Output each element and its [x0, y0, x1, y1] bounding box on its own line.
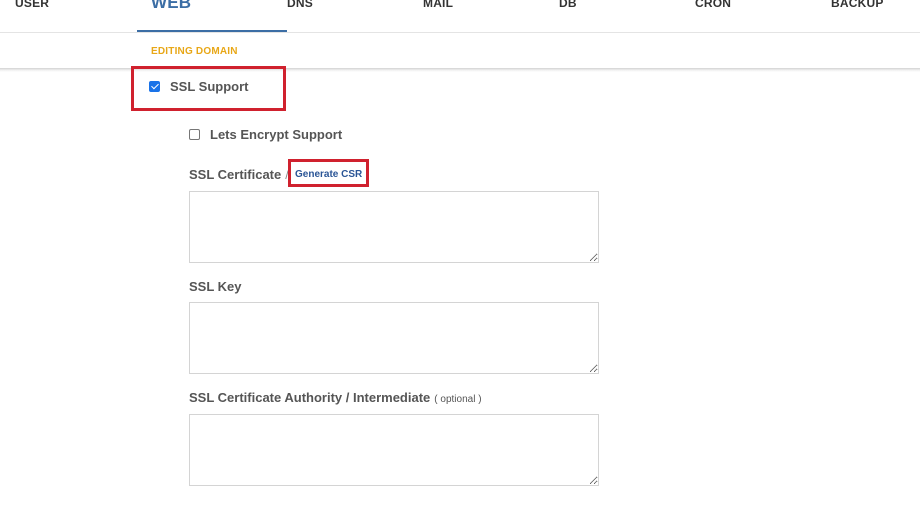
tab-mail[interactable]: MAIL — [423, 0, 453, 12]
ssl-support-label: SSL Support — [170, 79, 249, 94]
tab-db[interactable]: DB — [559, 0, 577, 12]
top-navigation: USER WEB DNS MAIL DB CRON BACKUP — [0, 0, 920, 33]
ssl-certificate-label: SSL Certificate — [189, 167, 282, 182]
ssl-ca-label: SSL Certificate Authority / Intermediate — [189, 390, 431, 405]
lets-encrypt-checkbox[interactable] — [189, 129, 200, 140]
lets-encrypt-row[interactable]: Lets Encrypt Support — [189, 127, 342, 142]
ssl-key-textarea[interactable] — [189, 302, 599, 374]
ssl-ca-label-row: SSL Certificate Authority / Intermediate… — [189, 390, 482, 405]
tab-cron[interactable]: CRON — [695, 0, 731, 12]
ssl-ca-textarea[interactable] — [189, 414, 599, 486]
ssl-certificate-textarea[interactable] — [189, 191, 599, 263]
ssl-certificate-label-row: SSL Certificate / — [189, 167, 293, 182]
generate-csr-link[interactable]: Generate CSR — [295, 169, 362, 180]
tab-user[interactable]: USER — [15, 0, 49, 12]
ssl-support-checkbox[interactable] — [149, 81, 160, 92]
optional-hint: ( optional ) — [434, 394, 482, 405]
ssl-key-label: SSL Key — [189, 279, 242, 294]
lets-encrypt-label: Lets Encrypt Support — [210, 127, 343, 142]
tab-web[interactable]: WEB — [151, 0, 191, 14]
tab-backup[interactable]: BACKUP — [831, 0, 884, 12]
sub-header: EDITING DOMAIN — [0, 33, 920, 69]
tab-dns[interactable]: DNS — [287, 0, 313, 12]
page-title: EDITING DOMAIN — [151, 46, 238, 57]
ssl-support-row[interactable]: SSL Support — [149, 79, 248, 94]
edit-domain-page: USER WEB DNS MAIL DB CRON BACKUP EDITING… — [0, 0, 920, 518]
